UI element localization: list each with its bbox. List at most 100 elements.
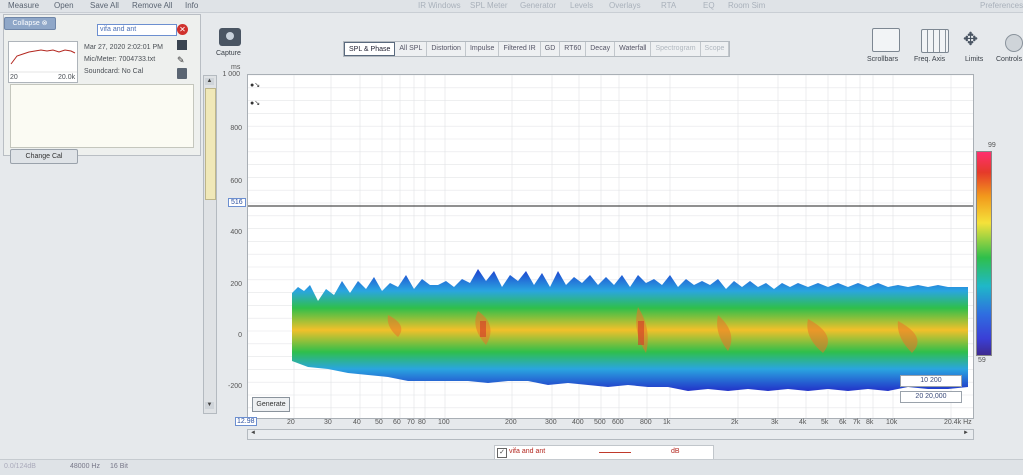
scroll-down-icon[interactable]: ▼ [205,402,214,409]
cursor-x-value: 12.98 [235,417,257,426]
menu-room-sim[interactable]: Room Sim [728,1,765,10]
notes-area[interactable] [10,84,194,148]
x-tick-800: 800 [640,419,652,426]
x-tick-8k: 8k [866,419,874,426]
menu-generator[interactable]: Generator [520,1,556,10]
menu-spl-meter[interactable]: SPL Meter [470,1,508,10]
collapse-button[interactable]: Collapse ⊗ [4,17,56,30]
capture-icon[interactable] [219,28,241,46]
x-tick-20: 20 [287,419,295,426]
thumb-max-label: 20.0k [58,74,76,81]
menu-eq[interactable]: EQ [703,1,715,10]
controls-label: Controls [996,56,1023,63]
x-tick-7k: 7k [853,419,861,426]
tab-scope[interactable]: Scope [701,42,730,56]
y-tick-800: 800 [230,125,242,132]
colorbar-max: 99 [988,142,996,149]
y-tick-600: 600 [230,178,242,185]
y-tick-minus-200: -200 [227,383,242,390]
range-box-2[interactable]: 20 20,000 [900,391,962,403]
x-tick-400: 400 [572,419,584,426]
horizontal-scrollbar[interactable]: ◄ ► [247,429,974,440]
x-tick-80: 80 [418,419,426,426]
legend-checkbox[interactable]: ✓ [497,448,507,458]
x-tick-600: 600 [612,419,624,426]
mic-meter-info: Mic/Meter: 7004733.txt [84,56,156,63]
change-cal-button[interactable]: Change Cal [10,149,78,164]
edit-pen-icon[interactable]: ✎ [177,55,185,66]
cursor-y-value: 516 [228,198,246,207]
x-tick-1k: 1k [663,419,671,426]
graph-tabs: SPL & Phase All SPL Distortion Impulse Filte… [343,41,731,57]
legend-name: vifa and ant [509,448,546,455]
tab-rt60[interactable]: RT60 [560,42,587,56]
y-tick-400: 400 [230,229,242,236]
status-bar: 0.0/124dB 48000 Hz 16 Bit [0,459,1023,475]
notes-icon[interactable] [177,68,187,79]
scroll-up-icon[interactable]: ▲ [205,78,214,85]
tab-decay[interactable]: Decay [586,42,616,56]
legend-line [599,452,631,453]
x-tick-100: 100 [438,419,450,426]
x-tick-2k: 2k [731,419,739,426]
status-bit-depth: 16 Bit [110,463,128,470]
y-tick-200: 200 [230,281,242,288]
limits-icon[interactable]: ✥ [963,29,978,49]
scrollbars-label: Scrollbars [867,56,899,63]
tab-impulse[interactable]: Impulse [466,42,500,56]
scroll-thumb[interactable] [205,88,216,200]
capture-label: Capture [216,50,241,57]
tab-spl-phase[interactable]: SPL & Phase [344,42,396,56]
freq-axis-icon[interactable] [921,29,949,53]
x-tick-30: 30 [324,419,332,426]
tab-distortion[interactable]: Distortion [427,42,466,56]
menu-bar: Measure Open Save All Remove All Info IR… [0,0,1023,13]
status-level: 0.0/124dB [4,463,36,470]
tab-waterfall[interactable]: Waterfall [615,42,652,56]
menu-info[interactable]: Info [185,1,198,10]
x-tick-60: 60 [393,419,401,426]
menu-ir-windows[interactable]: IR Windows [418,1,461,10]
plot-option-icon-1[interactable]: ●↘ [250,81,260,89]
menu-preferences[interactable]: Preferences [980,1,1023,10]
legend-unit: dB [671,448,680,455]
x-tick-70: 70 [407,419,415,426]
x-tick-204kHz: 20.4k Hz [944,419,972,426]
x-tick-500: 500 [594,419,606,426]
menu-open[interactable]: Open [54,1,74,10]
graph-icon[interactable] [177,40,187,50]
measurement-date: Mar 27, 2020 2:02:01 PM [84,44,163,51]
plot-option-icon-2[interactable]: ●↘ [250,99,260,107]
x-tick-50: 50 [375,419,383,426]
thumb-min-label: 20 [10,74,18,81]
freq-axis-label: Freq. Axis [914,56,946,63]
y-tick-0: 0 [238,332,242,339]
soundcard-info: Soundcard: No Cal [84,68,144,75]
controls-icon[interactable] [1005,34,1023,52]
scroll-left-icon[interactable]: ◄ [250,430,256,436]
x-tick-10k: 10k [886,419,898,426]
x-tick-300: 300 [545,419,557,426]
close-icon[interactable]: ✕ [177,24,188,35]
tab-filtered-ir[interactable]: Filtered IR [499,42,541,56]
spectrogram-svg [248,75,973,418]
menu-levels[interactable]: Levels [570,1,593,10]
spectrogram-plot[interactable]: ●↘ ●↘ 10 200 20 20,000 Generate [247,74,974,419]
scrollbars-icon[interactable] [872,28,900,52]
menu-rta[interactable]: RTA [661,1,676,10]
x-tick-6k: 6k [839,419,847,426]
range-box-1[interactable]: 10 200 [900,375,962,387]
tab-spectrogram[interactable]: Spectrogram [651,42,701,56]
menu-remove-all[interactable]: Remove All [132,1,172,10]
tab-all-spl[interactable]: All SPL [395,42,428,56]
x-tick-40: 40 [353,419,361,426]
measurement-name-field[interactable]: vifa and ant [97,24,177,36]
menu-save-all[interactable]: Save All [90,1,119,10]
tab-gd[interactable]: GD [541,42,561,56]
menu-measure[interactable]: Measure [8,1,39,10]
scroll-right-icon[interactable]: ► [963,430,969,436]
menu-overlays[interactable]: Overlays [609,1,641,10]
vertical-scrollbar[interactable]: ▲ ▼ [203,75,217,414]
generate-button[interactable]: Generate [252,397,290,412]
collapse-label: Collapse [12,20,40,27]
